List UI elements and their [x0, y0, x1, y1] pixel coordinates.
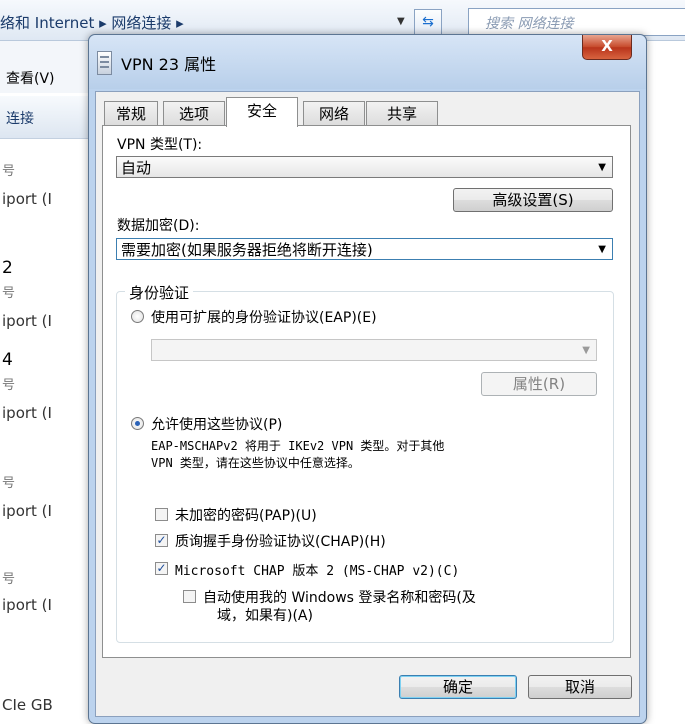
breadcrumb[interactable]: 络和 Internet ▸ 网络连接 ▸ — [0, 12, 184, 33]
breadcrumb-dropdown-icon[interactable]: ▼ — [397, 16, 405, 27]
list-item-name[interactable]: 4 — [2, 350, 13, 370]
tab-security[interactable]: 安全 — [226, 97, 298, 127]
list-item-type: 号 — [2, 378, 16, 393]
list-item-name[interactable]: 2 — [2, 258, 13, 278]
list-item-type: 号 — [2, 164, 16, 179]
tab-networking[interactable]: 网络 — [303, 101, 365, 126]
dialog-client-area: 常规 选项 安全 网络 共享 VPN 类型(T): 自动 ▼ 高级设置(S) 数… — [95, 91, 640, 717]
list-item-type: 号 — [2, 476, 16, 491]
search-placeholder: 搜索 网络连接 — [485, 16, 574, 32]
pap-checkbox[interactable] — [155, 508, 168, 521]
advanced-settings-button[interactable]: 高级设置(S) — [453, 188, 613, 212]
vpn-type-value: 自动 — [121, 159, 152, 177]
chevron-down-icon: ▼ — [582, 345, 590, 356]
chevron-down-icon: ▼ — [598, 162, 606, 173]
cancel-button[interactable]: 取消 — [528, 675, 632, 699]
list-item-type: 号 — [2, 286, 16, 301]
tab-options[interactable]: 选项 — [163, 101, 225, 126]
list-item-device[interactable]: CIe GB — [2, 696, 53, 714]
chap-checkbox-label[interactable]: 质询握手身份验证协议(CHAP)(H) — [175, 531, 386, 551]
toolbar: 连接 — [0, 96, 92, 139]
encryption-value: 需要加密(如果服务器拒绝将断开连接) — [121, 241, 373, 259]
encryption-label: 数据加密(D): — [117, 218, 200, 234]
close-button[interactable]: X — [582, 35, 632, 60]
dialog-title: VPN 23 属性 — [121, 55, 217, 74]
menu-view[interactable]: 查看(V) — [6, 68, 55, 88]
tab-sharing[interactable]: 共享 — [366, 101, 438, 126]
network-connection-icon — [97, 51, 112, 75]
list-item-device[interactable]: iport (I — [2, 502, 52, 520]
eap-method-select[interactable]: ▼ — [151, 339, 597, 361]
ok-button[interactable]: 确定 — [399, 675, 517, 699]
refresh-icon[interactable]: ⇆ — [414, 9, 442, 35]
auto-windows-logon-checkbox[interactable] — [183, 590, 196, 603]
authentication-group: 身份验证 使用可扩展的身份验证协议(EAP)(E) ▼ 属性(R) 允许使用这些… — [116, 282, 614, 643]
chap-checkbox[interactable]: ✓ — [155, 534, 168, 547]
list-item-device[interactable]: iport (I — [2, 596, 52, 614]
mschapv2-checkbox[interactable]: ✓ — [155, 562, 168, 575]
list-item-device[interactable]: iport (I — [2, 404, 52, 422]
chevron-down-icon: ▼ — [598, 244, 606, 255]
allow-protocols-note-line2: VPN 类型，请在这些协议中任意选择。 — [151, 456, 360, 470]
auto-windows-logon-label-line1[interactable]: 自动使用我的 Windows 登录名称和密码(及 — [203, 587, 476, 607]
authentication-group-title: 身份验证 — [125, 282, 194, 303]
pap-checkbox-label[interactable]: 未加密的密码(PAP)(U) — [175, 505, 317, 525]
tab-general[interactable]: 常规 — [104, 101, 158, 126]
allow-protocols-radio[interactable] — [131, 417, 144, 430]
list-item-device[interactable]: iport (I — [2, 312, 52, 330]
eap-radio[interactable] — [131, 310, 144, 323]
list-item-device[interactable]: iport (I — [2, 190, 52, 208]
list-item-type: 号 — [2, 572, 16, 587]
security-tab-panel: VPN 类型(T): 自动 ▼ 高级设置(S) 数据加密(D): 需要加密(如果… — [102, 125, 631, 658]
properties-button[interactable]: 属性(R) — [481, 372, 597, 396]
vpn-properties-dialog: VPN 23 属性 X 常规 选项 安全 网络 共享 VPN 类型(T): 自动… — [88, 34, 647, 724]
allow-protocols-note-line1: EAP-MSCHAPv2 将用于 IKEv2 VPN 类型。对于其他 — [151, 439, 445, 453]
eap-radio-label[interactable]: 使用可扩展的身份验证协议(EAP)(E) — [151, 307, 377, 327]
allow-protocols-radio-label[interactable]: 允许使用这些协议(P) — [151, 414, 282, 434]
auto-windows-logon-label-line2[interactable]: 域，如果有)(A) — [217, 605, 313, 625]
mschapv2-checkbox-label[interactable]: Microsoft CHAP 版本 2 (MS-CHAP v2)(C) — [175, 560, 459, 579]
toolbar-connect-button[interactable]: 连接 — [6, 108, 34, 128]
dialog-titlebar[interactable]: VPN 23 属性 X — [89, 35, 646, 89]
search-input[interactable]: 搜索 网络连接 — [468, 8, 685, 36]
vpn-type-label: VPN 类型(T): — [117, 137, 203, 153]
encryption-select[interactable]: 需要加密(如果服务器拒绝将断开连接) ▼ — [116, 238, 613, 260]
vpn-type-select[interactable]: 自动 ▼ — [116, 156, 613, 178]
